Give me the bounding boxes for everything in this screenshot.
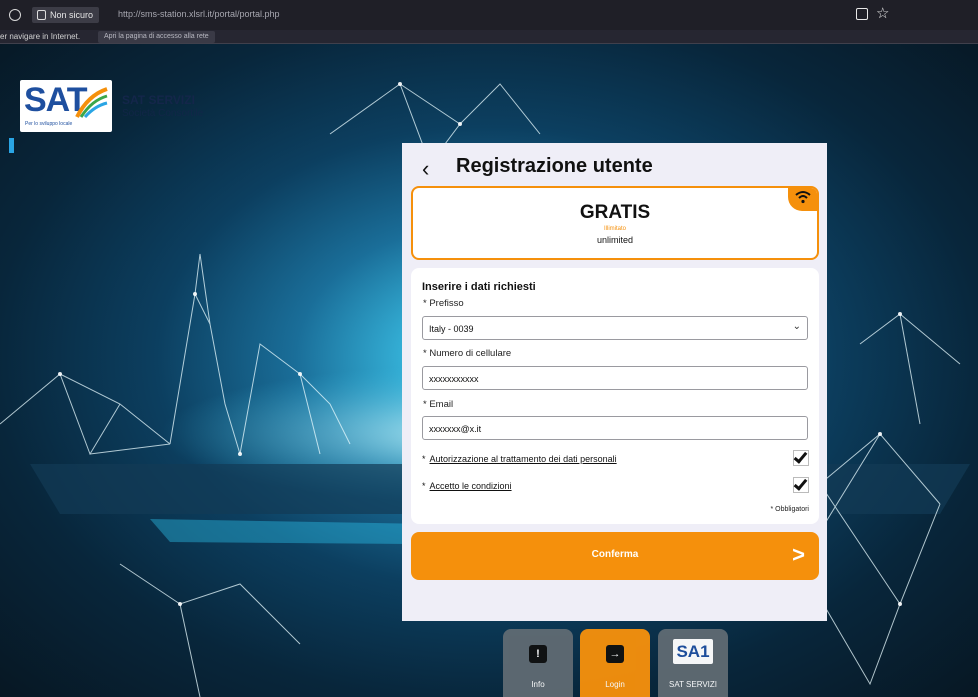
plan-card[interactable]: GRATIS Illimitato unlimited xyxy=(411,186,819,260)
chevron-down-icon: ⌄ xyxy=(792,321,801,332)
required-star: * xyxy=(422,454,426,464)
page-info-icon xyxy=(37,10,46,20)
page-title: Registrazione utente xyxy=(456,155,653,177)
email-value: xxxxxxx@x.it xyxy=(429,424,482,434)
shield-icon[interactable] xyxy=(9,9,21,21)
side-accent-bar xyxy=(9,138,14,153)
address-bar-url[interactable]: http://sms-station.xlsrl.it/portal/porta… xyxy=(118,9,280,19)
security-indicator[interactable]: Non sicuro xyxy=(32,7,100,23)
nav-login-button[interactable]: → Login xyxy=(580,629,650,697)
bookmark-star-icon[interactable]: ☆ xyxy=(876,5,889,23)
form-heading: Inserire i dati richiesti xyxy=(422,281,536,293)
captive-portal-notification: er navigare in Internet. Apri la pagina … xyxy=(0,30,978,44)
consent-terms-row: * Accetto le condizioni xyxy=(422,481,512,491)
email-label: * Email xyxy=(423,399,454,410)
privacy-consent-checkbox[interactable] xyxy=(793,449,809,466)
confirm-label: Conferma xyxy=(591,549,639,560)
plan-title: GRATIS xyxy=(579,202,651,223)
terms-checkbox[interactable] xyxy=(793,476,809,493)
checkmark-icon xyxy=(793,476,808,491)
registration-form: Inserire i dati richiesti * Prefisso Ita… xyxy=(411,268,819,524)
terms-link[interactable]: Accetto le condizioni xyxy=(430,481,512,491)
plan-note: unlimited xyxy=(596,235,634,245)
confirm-button[interactable]: Conferma > xyxy=(411,532,819,580)
nav-login-label: Login xyxy=(605,680,625,689)
reader-view-icon[interactable] xyxy=(856,8,868,20)
prefisso-select[interactable]: Italy - 0039 ⌄ xyxy=(422,316,808,340)
prefisso-label: * Prefisso xyxy=(423,298,464,309)
cellulare-label: * Numero di cellulare xyxy=(423,348,512,359)
plan-subtitle: Illimitato xyxy=(603,226,626,232)
nav-info-button[interactable]: ! Info xyxy=(503,629,573,697)
consent-privacy-row: * Autorizzazione al trattamento dei dati … xyxy=(422,454,617,464)
nav-sat-button[interactable]: SA1 SAT SERVIZI xyxy=(658,629,728,697)
logo-swoosh-icon xyxy=(75,87,108,118)
registration-panel: ‹ Registrazione utente GRATIS Illimitato… xyxy=(402,143,827,621)
privacy-consent-link[interactable]: Autorizzazione al trattamento dei dati p… xyxy=(430,454,617,464)
email-field[interactable]: xxxxxxx@x.it xyxy=(422,416,808,440)
prefisso-value: Italy - 0039 xyxy=(429,324,474,334)
checkmark-icon xyxy=(793,449,808,464)
nav-sat-label: SAT SERVIZI xyxy=(668,680,717,689)
sat-logo-icon: SA1 xyxy=(673,639,713,664)
company-name: SAT SERVIZI xyxy=(122,93,195,107)
required-note: * Obbligatori xyxy=(770,506,809,513)
chevron-left-icon[interactable]: ‹ xyxy=(422,156,429,182)
security-label: Non sicuro xyxy=(50,10,94,20)
logo-tagline: Per lo sviluppo locale xyxy=(25,121,73,127)
sat-logo: SAT Per lo sviluppo locale xyxy=(20,80,112,132)
nav-info-label: Info xyxy=(531,680,545,689)
phone-number-input[interactable]: xxxxxxxxxxx xyxy=(422,366,808,390)
browser-toolbar: Non sicuro http://sms-station.xlsrl.it/p… xyxy=(0,0,978,30)
open-login-page-button[interactable]: Apri la pagina di accesso alla rete xyxy=(98,31,215,43)
notification-text: er navigare in Internet. xyxy=(0,32,81,41)
company-subtitle: Società Consortile xyxy=(122,108,204,119)
required-star: * xyxy=(422,481,426,491)
login-icon: → xyxy=(606,645,624,663)
info-icon: ! xyxy=(529,645,547,663)
phone-number-value: xxxxxxxxxxx xyxy=(429,374,479,384)
chevron-right-icon: > xyxy=(792,542,805,567)
